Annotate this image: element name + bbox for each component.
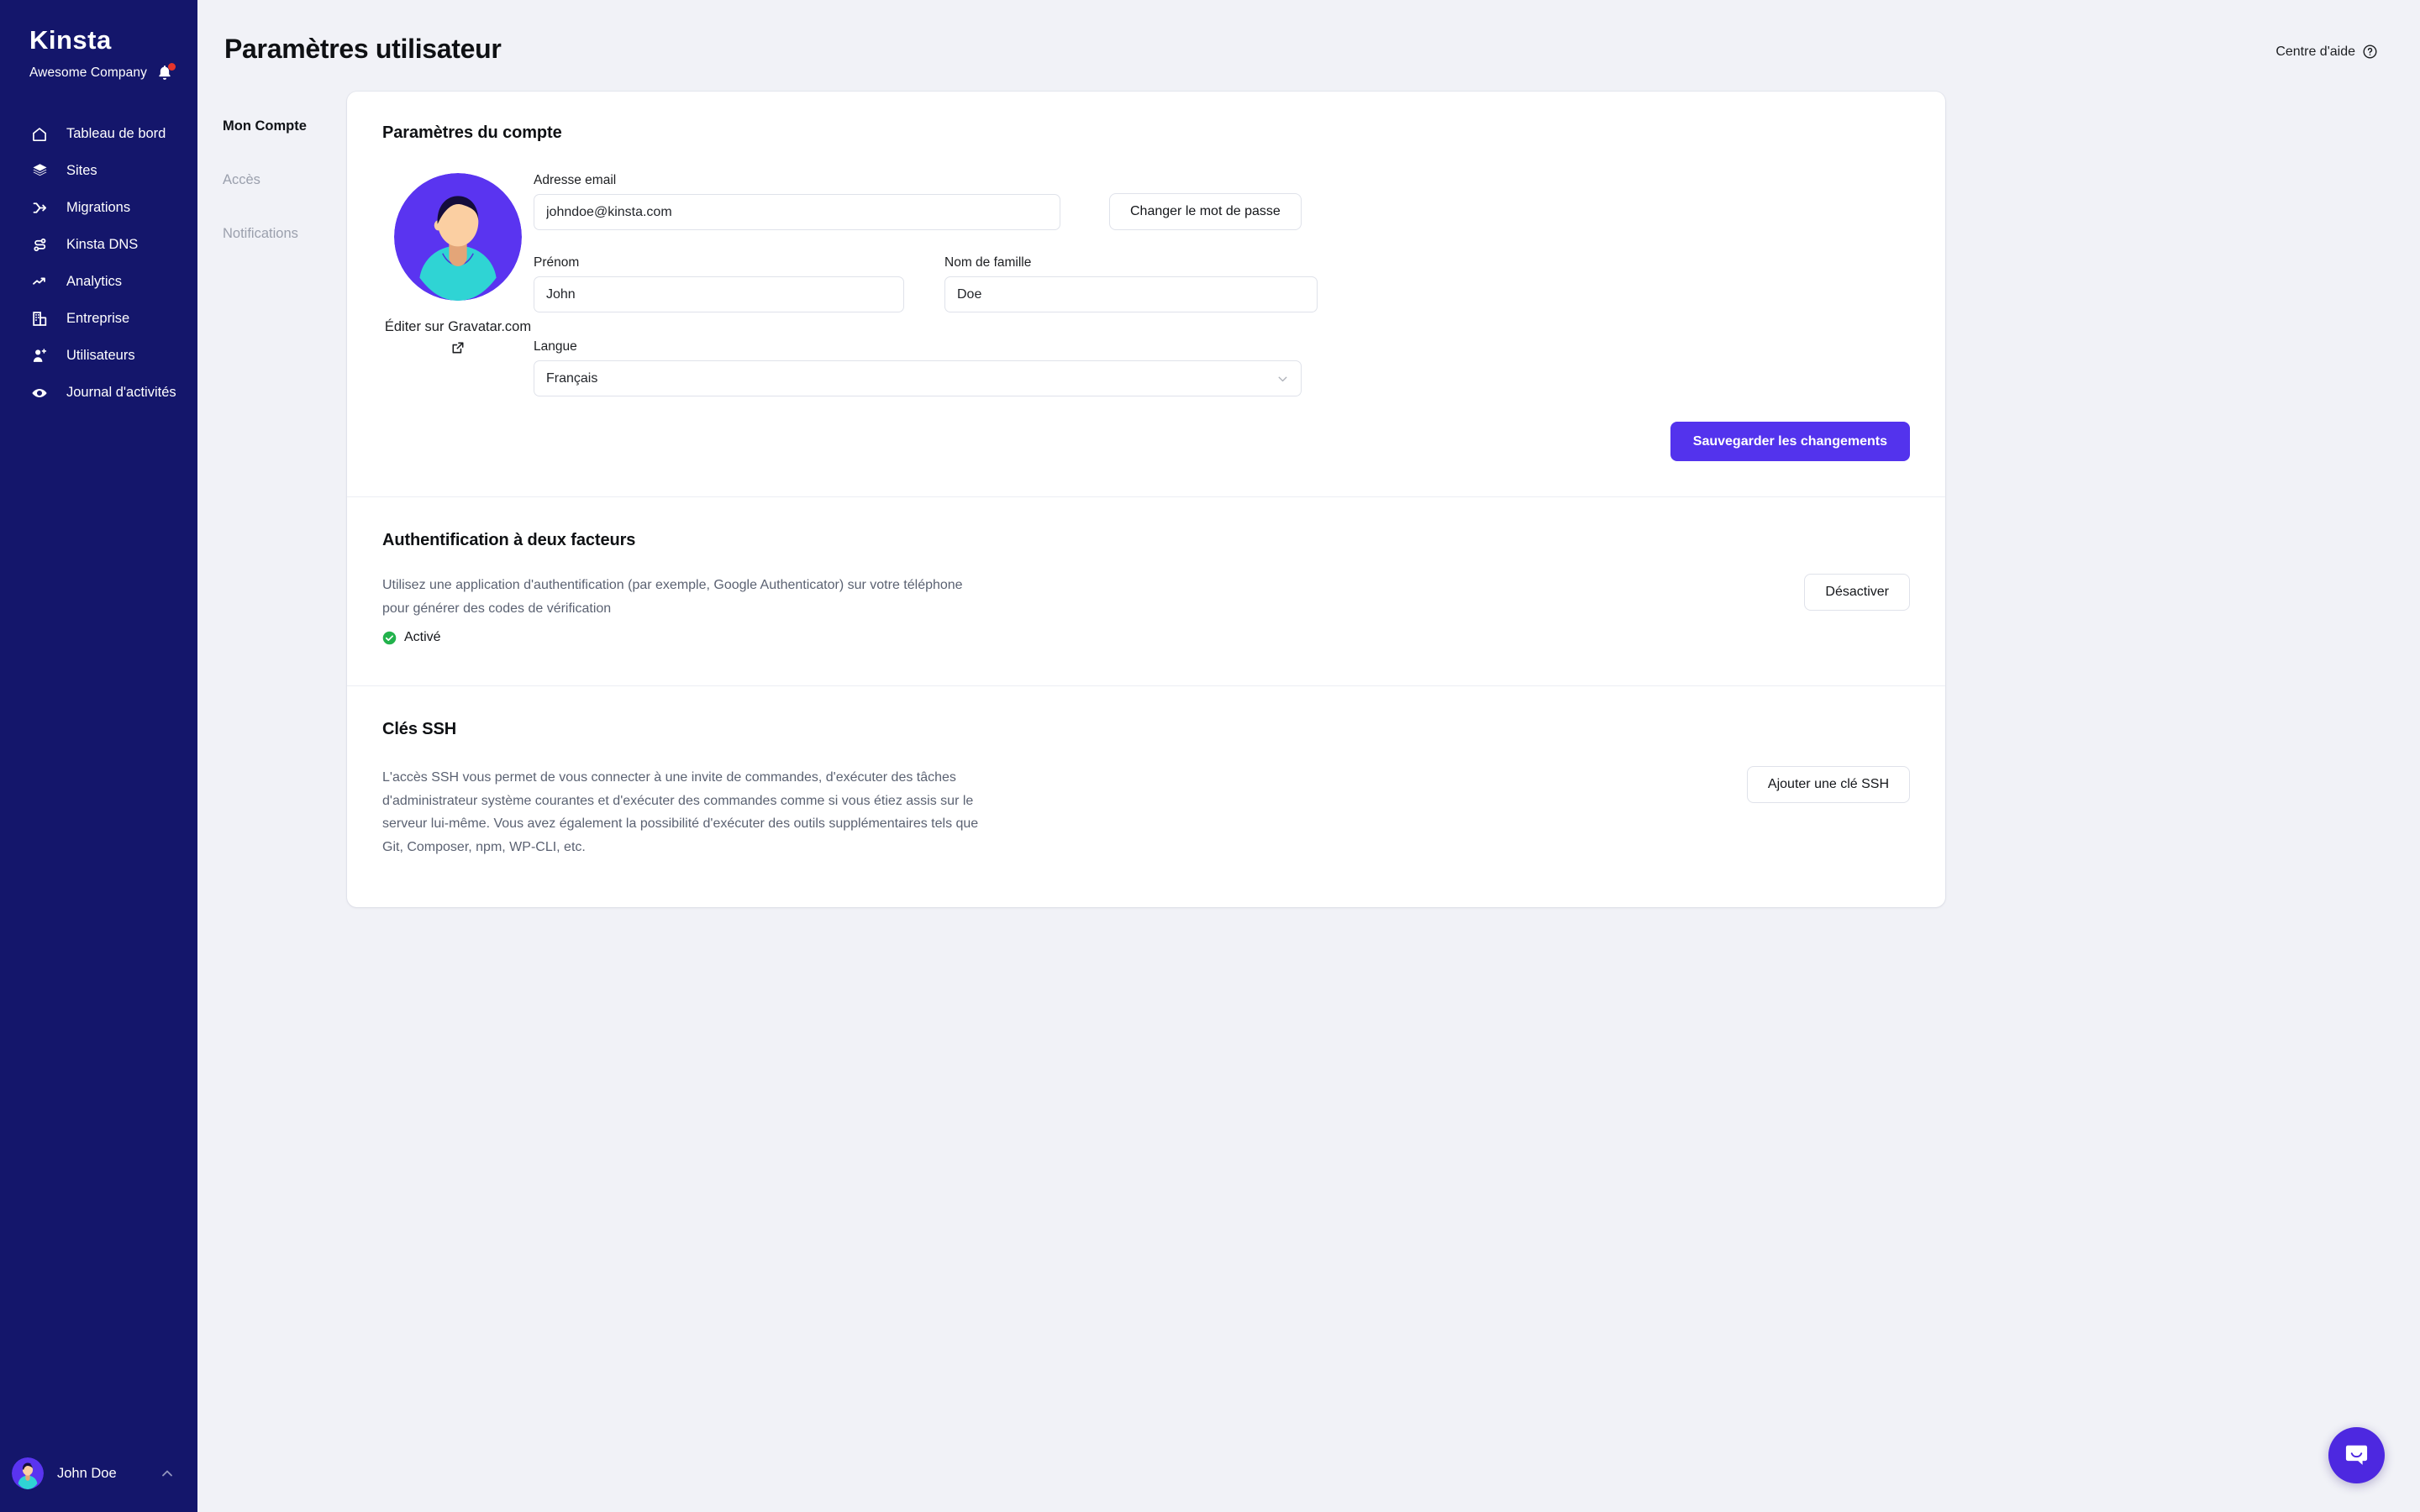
sidebar-item-label: Analytics xyxy=(66,274,123,289)
sidebar-item-sites[interactable]: Sites xyxy=(0,155,197,187)
avatar-column: Éditer sur Gravatar.com xyxy=(382,173,534,461)
tab-acces[interactable]: Accès xyxy=(223,172,318,188)
user-plus-icon xyxy=(29,346,50,366)
sidebar-item-label: Tableau de bord xyxy=(66,126,166,141)
account-settings-title: Paramètres du compte xyxy=(382,123,562,142)
last-name-group: Nom de famille xyxy=(944,255,1318,312)
first-name-label: Prénom xyxy=(534,255,580,270)
brand-logo[interactable]: Kinsta xyxy=(0,0,197,55)
add-ssh-key-button[interactable]: Ajouter une clé SSH xyxy=(1746,766,1910,804)
sidebar-item-analytics[interactable]: Analytics xyxy=(0,265,197,298)
company-row: Awesome Company xyxy=(0,55,197,82)
sidebar-item-label: Utilisateurs xyxy=(66,348,135,363)
last-name-field[interactable] xyxy=(944,276,1318,312)
kinsta-logo-text: Kinsta xyxy=(29,25,112,55)
sidebar-item-label: Kinsta DNS xyxy=(66,237,139,252)
account-settings-section: Paramètres du compte Éditer sur Gravatar… xyxy=(347,92,1945,496)
app-root: Kinsta Awesome Company Tableau de bord S… xyxy=(0,0,2420,1512)
trend-up-icon xyxy=(29,272,50,292)
main-content: Paramètres utilisateur Centre d'aide Mon… xyxy=(197,0,2420,1512)
two-factor-status-badge: Activé xyxy=(382,630,971,645)
page-title: Paramètres utilisateur xyxy=(224,34,502,64)
check-circle-icon xyxy=(382,631,397,644)
tab-mon-compte[interactable]: Mon Compte xyxy=(223,118,318,134)
account-fields: Adresse email Changer le mot de passe Pr… xyxy=(534,173,1910,461)
dns-nodes-icon xyxy=(29,235,50,255)
two-factor-title: Authentification à deux facteurs xyxy=(382,531,636,549)
sidebar-item-kinsta-dns[interactable]: Kinsta DNS xyxy=(0,228,197,261)
tab-notifications[interactable]: Notifications xyxy=(223,226,318,242)
external-link-icon xyxy=(452,342,464,354)
home-icon xyxy=(29,124,50,144)
sidebar-user-menu[interactable]: John Doe xyxy=(0,1435,197,1512)
sidebar-item-entreprise[interactable]: Entreprise xyxy=(0,302,197,335)
gravatar-link-label: Éditer sur Gravatar.com xyxy=(384,319,532,334)
chat-bubble-icon xyxy=(2345,1445,2368,1465)
layers-icon xyxy=(29,161,50,181)
email-field-group: Adresse email xyxy=(534,173,1060,230)
question-circle-icon xyxy=(2363,45,2377,59)
two-factor-status-label: Activé xyxy=(404,630,441,645)
sidebar-item-label: Migrations xyxy=(66,200,131,215)
merge-icon xyxy=(29,198,50,218)
sidebar-item-utilisateurs[interactable]: Utilisateurs xyxy=(0,339,197,372)
change-password-button[interactable]: Changer le mot de passe xyxy=(1109,193,1302,230)
first-name-field[interactable] xyxy=(534,276,904,312)
email-field[interactable] xyxy=(534,194,1060,230)
two-factor-section: Authentification à deux facteurs Utilise… xyxy=(347,497,1945,685)
chevron-up-icon[interactable] xyxy=(159,1465,176,1482)
sidebar-item-label: Entreprise xyxy=(66,311,130,326)
settings-subnav: Mon Compte Accès Notifications xyxy=(223,92,318,907)
save-changes-button[interactable]: Sauvegarder les changements xyxy=(1670,422,1910,461)
two-factor-description: Utilisez une application d'authentificat… xyxy=(382,578,963,616)
sidebar: Kinsta Awesome Company Tableau de bord S… xyxy=(0,0,197,1512)
sidebar-user-name: John Doe xyxy=(57,1465,117,1481)
language-label: Langue xyxy=(534,339,577,354)
sidebar-item-migrations[interactable]: Migrations xyxy=(0,192,197,224)
sidebar-item-label: Sites xyxy=(66,163,97,178)
ssh-keys-section: Clés SSH L'accès SSH vous permet de vous… xyxy=(347,686,1945,907)
company-name: Awesome Company xyxy=(29,66,147,80)
language-group: Langue xyxy=(534,339,1302,396)
notification-badge-dot xyxy=(168,63,176,71)
profile-avatar xyxy=(394,173,522,301)
language-select[interactable] xyxy=(534,360,1302,396)
settings-card: Paramètres du compte Éditer sur Gravatar… xyxy=(347,92,1945,908)
last-name-label: Nom de famille xyxy=(944,255,1032,270)
ssh-description: L'accès SSH vous permet de vous connecte… xyxy=(382,770,979,854)
notifications-button[interactable] xyxy=(155,63,176,82)
chat-widget-button[interactable] xyxy=(2328,1427,2385,1483)
disable-two-factor-button[interactable]: Désactiver xyxy=(1804,574,1910,611)
topbar: Paramètres utilisateur Centre d'aide xyxy=(197,0,2420,65)
sidebar-item-label: Journal d'activités xyxy=(66,385,176,400)
edit-on-gravatar-link[interactable]: Éditer sur Gravatar.com xyxy=(374,318,542,355)
sidebar-item-journal-d-activites[interactable]: Journal d'activités xyxy=(0,376,197,409)
help-center-link[interactable]: Centre d'aide xyxy=(2275,25,2378,60)
eye-icon xyxy=(29,383,50,403)
content-area: Mon Compte Accès Notifications Paramètre… xyxy=(197,65,2420,908)
help-center-label: Centre d'aide xyxy=(2275,44,2355,59)
ssh-keys-title: Clés SSH xyxy=(382,720,457,739)
building-icon xyxy=(29,309,50,329)
sidebar-item-tableau-de-bord[interactable]: Tableau de bord xyxy=(0,118,197,150)
avatar xyxy=(12,1457,44,1489)
first-name-group: Prénom xyxy=(534,255,904,312)
email-label: Adresse email xyxy=(534,173,617,187)
sidebar-nav: Tableau de bord Sites Migrations Kinsta … xyxy=(0,113,197,409)
